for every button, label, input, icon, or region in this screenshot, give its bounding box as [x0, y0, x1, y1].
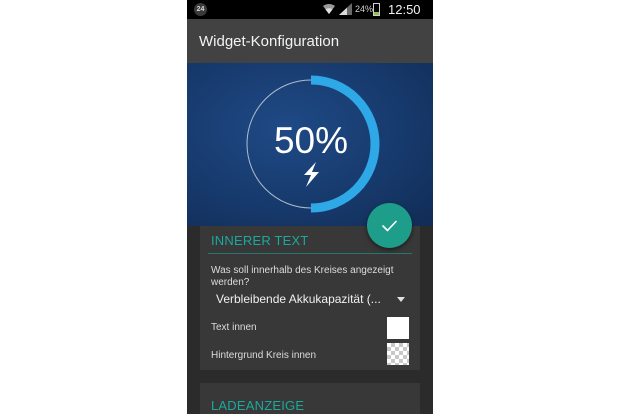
inner-text-select-value: Verbleibende Akkukapazität (... [216, 292, 381, 306]
battery-icon [373, 3, 380, 16]
status-bar: 24 24% 12:50 [187, 0, 433, 19]
section-header-charge: LADEANZEIGE [211, 398, 305, 413]
action-bar: Widget-Konfiguration [187, 19, 433, 63]
widget-preview: 50% [187, 63, 433, 226]
background-inside-color-swatch[interactable] [387, 343, 409, 365]
battery-percent-display: 50% [273, 120, 349, 161]
text-inside-color-swatch[interactable] [387, 317, 409, 339]
wifi-icon [323, 4, 335, 14]
status-time: 12:50 [388, 2, 421, 17]
inner-text-question: Was soll innerhalb des Kreises angezeigt… [211, 265, 394, 288]
charge-indicator-card: LADEANZEIGE [200, 383, 420, 414]
page-title: Widget-Konfiguration [199, 33, 340, 50]
battery-percent: 24% [355, 4, 374, 14]
battery-fill [374, 12, 379, 15]
text-inside-label: Text innen [211, 322, 257, 333]
dropdown-arrow-icon [397, 297, 405, 302]
notification-badge: 24 [194, 3, 207, 16]
confirm-fab-button[interactable] [367, 203, 412, 248]
signal-icon [339, 3, 352, 15]
background-inside-label: Hintergrund Kreis innen [211, 350, 317, 361]
check-icon [382, 220, 397, 232]
phone-screen: 24 24% 12:50 Widget-Konfiguration 50% IN… [187, 0, 433, 414]
inner-text-select[interactable]: Verbleibende Akkukapazität (... [216, 292, 416, 308]
lightning-bolt-icon [304, 162, 319, 187]
section-divider [208, 253, 412, 254]
section-header-inner-text: INNERER TEXT [211, 233, 309, 248]
